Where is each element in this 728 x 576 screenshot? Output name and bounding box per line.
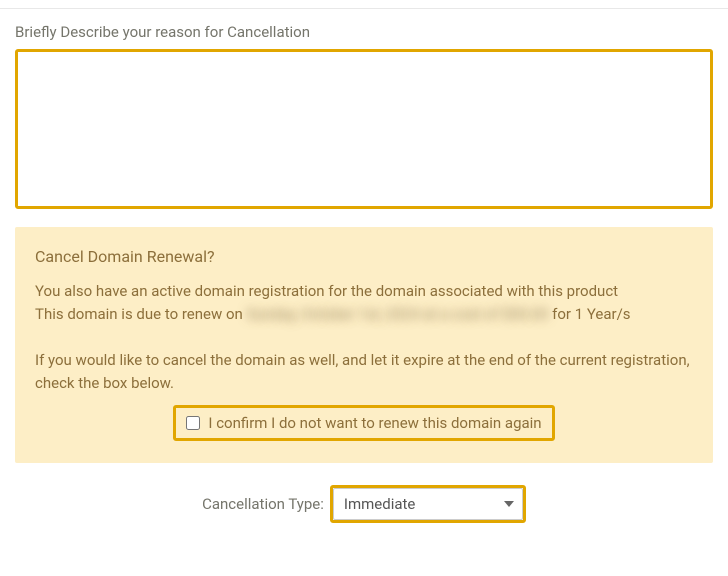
reason-textarea-wrap bbox=[15, 49, 713, 209]
panel-body: You also have an active domain registrat… bbox=[35, 280, 693, 327]
panel-prompt: If you would like to cancel the domain a… bbox=[35, 349, 693, 396]
cancellation-type-select-wrap: Immediate bbox=[330, 485, 526, 523]
panel-line2-prefix: This domain is due to renew on bbox=[35, 305, 247, 323]
panel-line2-redacted: Sunday, October 1st, 2024 at a cost of $… bbox=[247, 303, 549, 326]
reason-textarea[interactable] bbox=[21, 55, 707, 203]
panel-title: Cancel Domain Renewal? bbox=[35, 247, 693, 266]
cancellation-type-select[interactable]: Immediate bbox=[333, 488, 523, 520]
cancellation-type-row: Cancellation Type: Immediate bbox=[15, 485, 713, 523]
cancellation-form: Briefly Describe your reason for Cancell… bbox=[0, 9, 728, 523]
panel-line2-suffix: for 1 Year/s bbox=[548, 305, 630, 323]
panel-line1: You also have an active domain registrat… bbox=[35, 282, 618, 300]
cancellation-type-label: Cancellation Type: bbox=[202, 495, 324, 513]
confirm-label[interactable]: I confirm I do not want to renew this do… bbox=[208, 414, 541, 432]
confirm-box: I confirm I do not want to renew this do… bbox=[173, 405, 554, 441]
cancel-domain-panel: Cancel Domain Renewal? You also have an … bbox=[15, 227, 713, 463]
reason-label: Briefly Describe your reason for Cancell… bbox=[15, 23, 713, 41]
spacer bbox=[35, 327, 693, 349]
confirm-row: I confirm I do not want to renew this do… bbox=[35, 405, 693, 441]
confirm-checkbox[interactable] bbox=[186, 416, 200, 430]
